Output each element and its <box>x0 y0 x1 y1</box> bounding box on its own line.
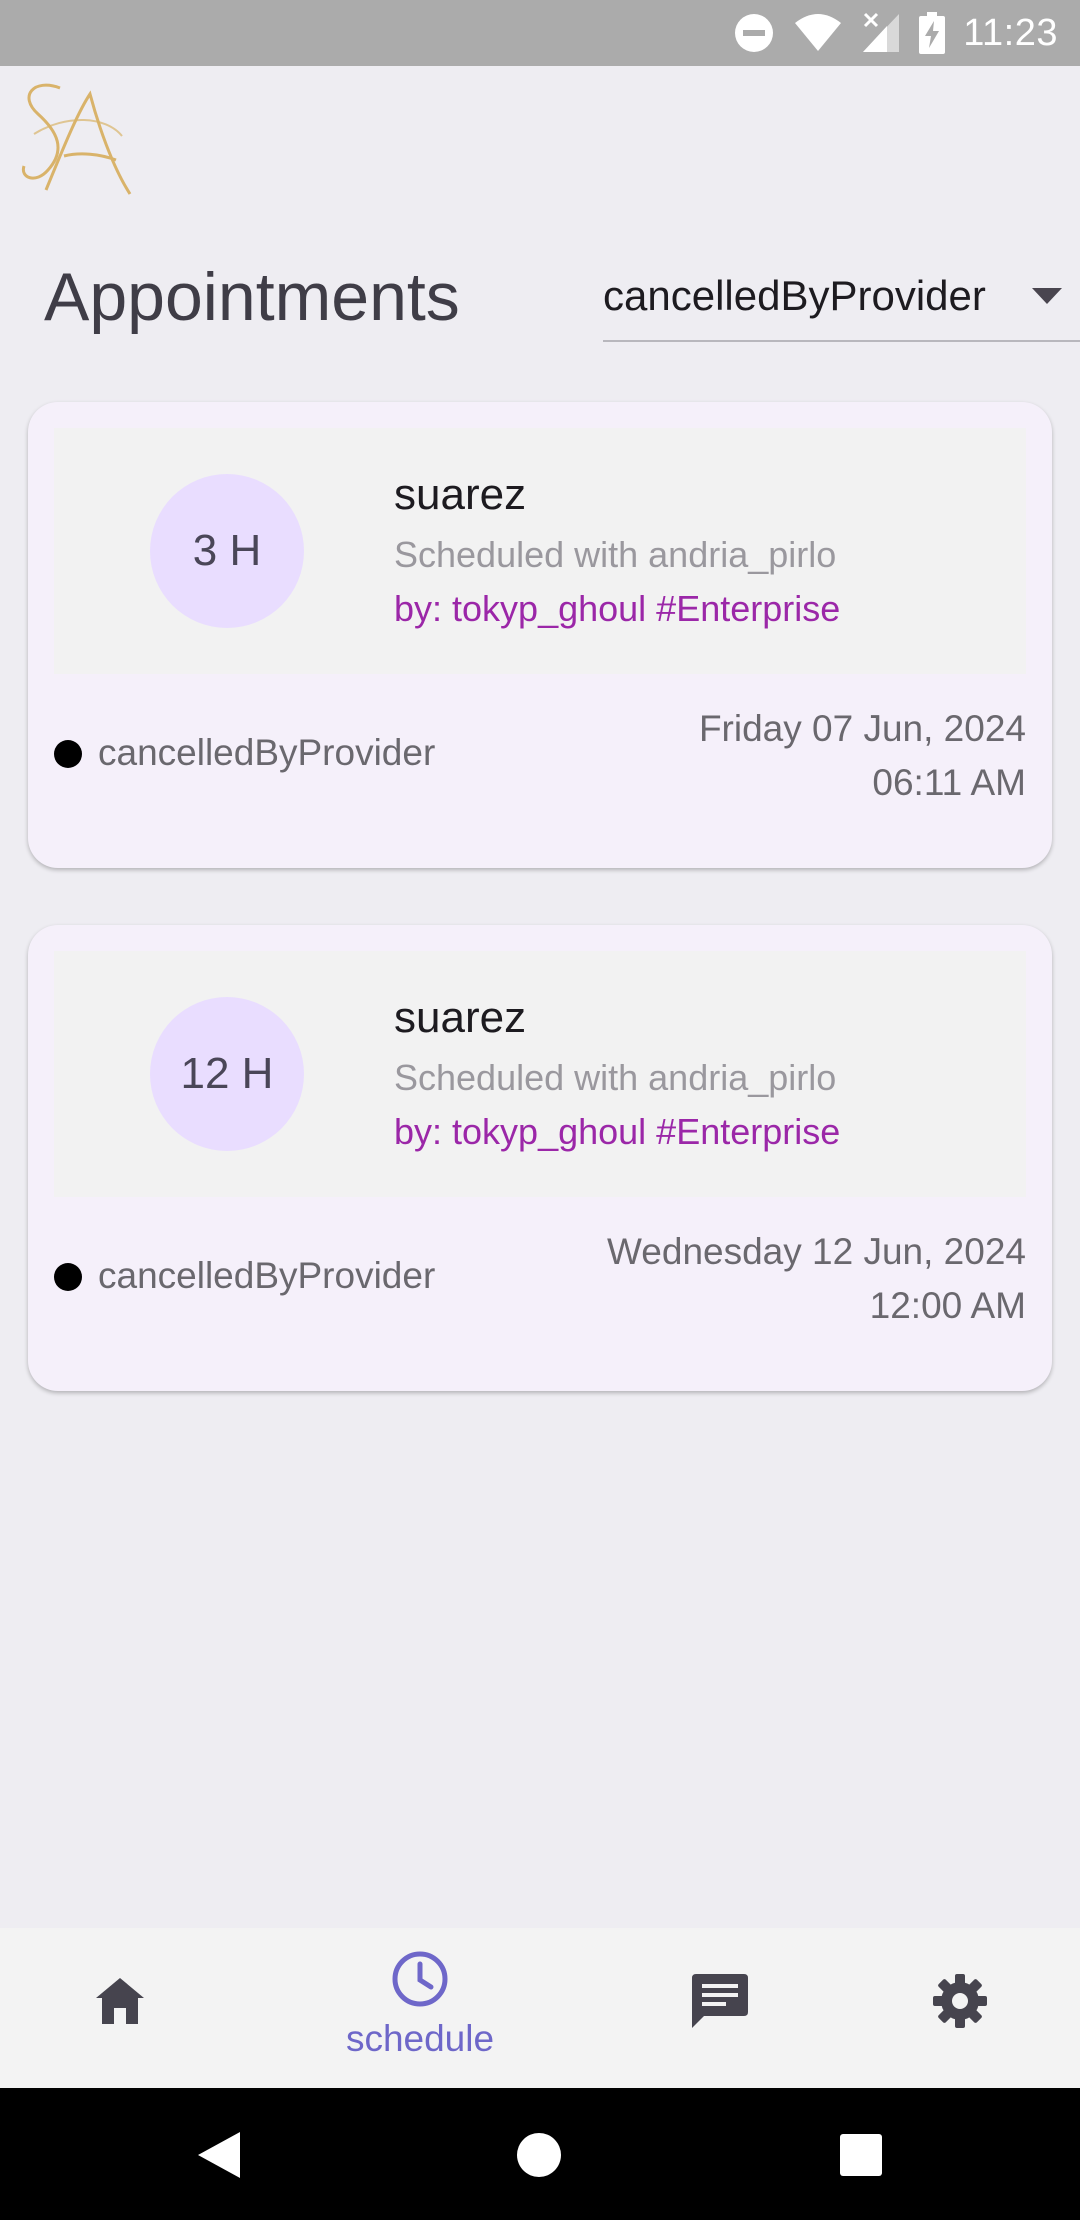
clock-icon <box>392 1951 448 2007</box>
page-title: Appointments <box>44 259 460 335</box>
appointment-date: Wednesday 12 Jun, 2024 <box>607 1231 1026 1272</box>
battery-charging-icon <box>919 12 946 54</box>
nav-settings[interactable] <box>825 1928 1080 2088</box>
client-name: suarez <box>394 993 527 1042</box>
dropdown-arrow-icon <box>1032 288 1062 304</box>
appointment-time: 06:11 AM <box>872 762 1026 803</box>
appointment-time: 12:00 AM <box>869 1285 1026 1326</box>
appointment-card[interactable]: 3 H suarez Scheduled with andria_pirlo b… <box>28 402 1052 868</box>
bottom-navigation: schedule <box>0 1928 1080 2088</box>
appointment-date: Friday 07 Jun, 2024 <box>698 708 1026 749</box>
appointment-summary: 12 H suarez Scheduled with andria_pirlo … <box>54 951 1026 1197</box>
system-navigation-bar <box>0 2088 1080 2220</box>
duration-badge: 3 H <box>150 474 304 628</box>
status-dot <box>54 740 82 768</box>
status-bar: 11:23 <box>0 0 1080 66</box>
home-icon <box>96 1978 144 2024</box>
booked-by: by: tokyp_ghoul #Enterprise <box>394 1111 841 1152</box>
appointment-status: cancelledByProvider <box>98 1255 436 1296</box>
nav-schedule[interactable]: schedule <box>285 1928 555 2088</box>
status-filter-value: cancelledByProvider <box>603 272 986 319</box>
clock-time: 11:23 <box>963 11 1058 54</box>
chat-icon <box>692 1974 748 2028</box>
gear-icon <box>933 1974 987 2028</box>
recents-icon[interactable] <box>840 2134 882 2176</box>
nav-schedule-label: schedule <box>345 2018 495 2059</box>
wifi-icon <box>795 14 842 51</box>
brand-logo <box>21 83 132 195</box>
booked-by: by: tokyp_ghoul #Enterprise <box>394 588 841 629</box>
scheduled-with: Scheduled with andria_pirlo <box>394 1057 837 1098</box>
back-icon[interactable] <box>196 2130 242 2180</box>
appointment-status: cancelledByProvider <box>98 732 436 773</box>
scheduled-with: Scheduled with andria_pirlo <box>394 534 837 575</box>
nav-home[interactable] <box>0 1928 270 2088</box>
appointment-card[interactable]: 12 H suarez Scheduled with andria_pirlo … <box>28 925 1052 1391</box>
status-dot <box>54 1263 82 1291</box>
status-icons: 11:23 <box>733 0 1058 66</box>
no-signal-icon <box>863 12 900 52</box>
nav-chat[interactable] <box>585 1928 855 2088</box>
client-name: suarez <box>394 470 527 519</box>
appointment-summary: 3 H suarez Scheduled with andria_pirlo b… <box>54 428 1026 674</box>
status-filter-dropdown[interactable]: cancelledByProvider <box>603 262 1080 342</box>
home-button-icon[interactable] <box>516 2132 562 2178</box>
dnd-icon <box>735 14 774 52</box>
duration-badge: 12 H <box>150 997 304 1151</box>
